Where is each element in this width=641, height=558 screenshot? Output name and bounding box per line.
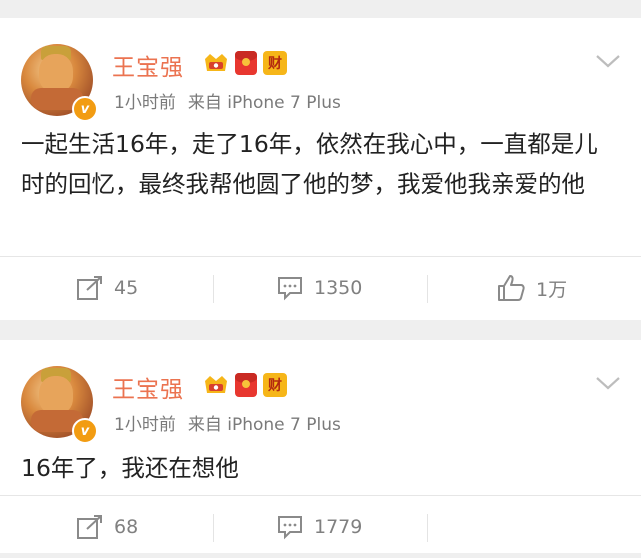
post-meta: 1小时前 来自 iPhone 7 Plus xyxy=(114,88,341,113)
post-source: 来自 iPhone 7 Plus xyxy=(187,415,341,435)
watermark-overlay xyxy=(470,498,640,553)
author-name[interactable]: 王宝强 xyxy=(112,48,184,82)
verified-v-icon: v xyxy=(72,96,98,122)
weibo-post-1: v 王宝强 财 1小时前 来自 iPhone 7 Plus 一起生活16年，走了1… xyxy=(0,18,641,320)
user-badges: 财 xyxy=(203,51,287,75)
divider xyxy=(213,514,214,542)
comment-button[interactable]: 1779 xyxy=(276,496,362,558)
post-meta: 1小时前 来自 iPhone 7 Plus xyxy=(114,410,341,435)
divider xyxy=(427,514,428,542)
verified-v-icon: v xyxy=(72,418,98,444)
post-actions: 45 1350 1万 xyxy=(0,256,641,319)
cai-badge-icon[interactable]: 财 xyxy=(263,51,287,75)
crown-badge-icon[interactable] xyxy=(203,51,229,75)
thumbs-up-icon xyxy=(496,274,526,302)
repost-icon xyxy=(76,514,104,540)
repost-count: 68 xyxy=(114,516,139,538)
red-packet-badge-icon[interactable] xyxy=(235,51,257,75)
comment-count: 1350 xyxy=(314,277,363,299)
like-count: 1万 xyxy=(536,278,568,301)
post-source: 来自 iPhone 7 Plus xyxy=(187,93,341,113)
post-text: 一起生活16年，走了16年，依然在我心中，一直都是儿时的回忆，最终我帮他圆了他的… xyxy=(21,130,598,198)
repost-button[interactable]: 68 xyxy=(76,496,138,558)
divider xyxy=(213,275,214,303)
cai-badge-icon[interactable]: 财 xyxy=(263,373,287,397)
post-time[interactable]: 1小时前 xyxy=(114,93,176,113)
repost-button[interactable]: 45 xyxy=(76,257,138,319)
chevron-down-icon[interactable] xyxy=(595,52,621,70)
red-packet-badge-icon[interactable] xyxy=(235,373,257,397)
user-badges: 财 xyxy=(203,373,287,397)
comment-button[interactable]: 1350 xyxy=(276,257,362,319)
repost-count: 45 xyxy=(114,277,139,299)
crown-badge-icon[interactable] xyxy=(203,373,229,397)
post-time[interactable]: 1小时前 xyxy=(114,415,176,435)
chevron-down-icon[interactable] xyxy=(595,374,621,392)
comment-count: 1779 xyxy=(314,516,363,538)
divider xyxy=(427,275,428,303)
repost-icon xyxy=(76,275,104,301)
comment-icon xyxy=(276,514,304,540)
post-text: 16年了，我还在想他 xyxy=(21,454,239,482)
comment-icon xyxy=(276,275,304,301)
like-button[interactable]: 1万 xyxy=(496,257,567,319)
author-name[interactable]: 王宝强 xyxy=(112,370,184,404)
